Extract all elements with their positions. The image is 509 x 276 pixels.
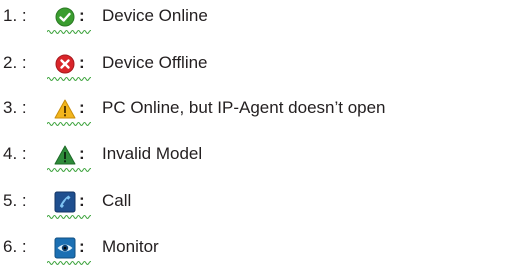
spellcheck-squiggle [47,168,91,172]
spellcheck-squiggle [47,30,91,34]
item-label: PC Online, but IP-Agent doesn’t open [102,98,386,117]
status-legend: 1. : : Device Online 2. : : Device Offli… [0,0,509,276]
check-circle-icon [54,6,76,28]
item-number: 2. : [3,53,27,72]
item-label: Call [102,191,132,210]
item-number: 5. : [3,191,27,210]
item-colon: : [79,53,85,72]
legend-item-monitor: 6. : : Monitor [0,231,509,265]
spellcheck-squiggle [47,215,91,219]
item-label: Monitor [102,237,159,256]
item-colon: : [79,98,85,117]
spellcheck-squiggle [47,261,91,265]
legend-item-pc-online: 3. : : PC Online, but IP-Agent doesn’t o… [0,92,509,126]
item-colon: : [79,191,85,210]
eye-icon [54,237,76,259]
item-colon: : [79,144,85,163]
legend-item-device-offline: 2. : : Device Offline [0,47,509,81]
item-label: Invalid Model [102,144,203,163]
legend-item-invalid-model: 4. : : Invalid Model [0,138,509,172]
spellcheck-squiggle [47,122,91,126]
item-number: 6. : [3,237,27,256]
legend-item-call: 5. : : Call [0,185,509,219]
item-label: Device Online [102,6,208,25]
item-colon: : [79,237,85,256]
item-label: Device Offline [102,53,208,72]
legend-item-device-online: 1. : : Device Online [0,0,509,34]
item-number: 3. : [3,98,27,117]
item-number: 4. : [3,144,27,163]
warning-icon [54,98,76,120]
spellcheck-squiggle [47,77,91,81]
item-number: 1. : [3,6,27,25]
invalid-model-icon [54,144,76,166]
x-circle-icon [54,53,76,75]
phone-icon [54,191,76,213]
item-colon: : [79,6,85,25]
